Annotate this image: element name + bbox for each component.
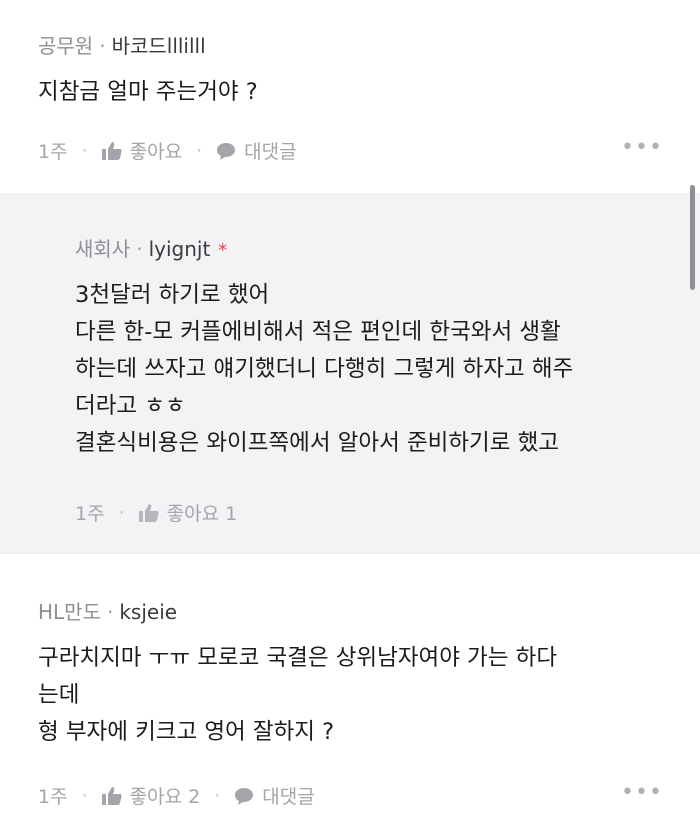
action-separator: · xyxy=(118,501,125,524)
author-badge: * xyxy=(218,240,228,261)
comment-line: 형 부자에 키크고 영어 잘하지 ? xyxy=(38,719,335,745)
like-label: 좋아요 1 xyxy=(166,503,238,525)
comment-time: 1주 xyxy=(75,503,105,525)
comment-body: 3천달러 하기로 했어 다른 한-모 커플에비해서 적은 편인데 한국와서 생활… xyxy=(75,277,573,462)
speech-bubble-icon xyxy=(235,787,254,805)
like-button[interactable]: 좋아요 2 xyxy=(101,782,201,809)
author-company: HL만도 xyxy=(38,600,101,624)
action-separator: · xyxy=(81,784,88,807)
comment-line: 다른 한-모 커플에비해서 적은 편인데 한국와서 생활 xyxy=(75,319,561,345)
comment-1: 공무원 · 바코드lllilll 지참금 얼마 주는거야 ? 1주 · 좋아요 · … xyxy=(0,0,700,193)
action-separator: · xyxy=(214,784,221,807)
comment-author: 새회사 · lyignjt * xyxy=(75,233,227,262)
thumbs-up-icon xyxy=(101,141,122,160)
reply-button[interactable]: 대댓글 xyxy=(234,782,315,809)
comment-actions: 1주 · 좋아요 2 · 대댓글 xyxy=(38,782,315,809)
more-options-button[interactable]: ••• xyxy=(621,780,663,805)
comment-body: 구라치지마 ㅜㅠ 모로코 국결은 상위남자여야 가는 하다 는데 형 부자에 키… xyxy=(38,640,557,751)
comment-line: 지참금 얼마 주는거야 ? xyxy=(38,79,258,105)
comment-line: 3천달러 하기로 했어 xyxy=(75,282,270,308)
reply-comment: 새회사 · lyignjt * 3천달러 하기로 했어 다른 한-모 커플에비해서 적… xyxy=(0,193,700,553)
meta-separator: · xyxy=(106,600,114,624)
comment-author: HL만도 · ksjeie xyxy=(38,596,177,625)
reply-button[interactable]: 대댓글 xyxy=(216,137,297,164)
scrollbar[interactable] xyxy=(690,185,695,290)
comment-line: 구라치지마 ㅜㅠ 모로코 국결은 상위남자여야 가는 하다 xyxy=(38,645,558,671)
action-separator: · xyxy=(196,139,203,162)
thumbs-up-icon xyxy=(138,503,159,522)
comment-time: 1주 xyxy=(38,786,68,808)
more-options-button[interactable]: ••• xyxy=(621,135,663,160)
comment-line: 하는데 쓰자고 얘기했더니 다행히 그렇게 하자고 해주 xyxy=(75,356,574,382)
like-button[interactable]: 좋아요 1 xyxy=(138,499,238,526)
comment-author: 공무원 · 바코드lllilll xyxy=(38,30,206,59)
comment-body: 지참금 얼마 주는거야 ? xyxy=(38,74,258,111)
comment-actions: 1주 · 좋아요 · 대댓글 xyxy=(38,137,297,164)
author-company: 공무원 xyxy=(38,34,94,58)
comment-actions: 1주 · 좋아요 1 xyxy=(75,499,237,526)
author-nickname[interactable]: lyignjt xyxy=(149,237,211,261)
thumbs-up-icon xyxy=(101,786,122,805)
speech-bubble-icon xyxy=(217,142,236,160)
reply-label: 대댓글 xyxy=(262,786,315,808)
author-nickname[interactable]: 바코드lllilll xyxy=(112,34,206,58)
comment-line: 더라고 ㅎㅎ xyxy=(75,393,186,419)
author-company: 새회사 xyxy=(75,237,131,261)
meta-separator: · xyxy=(136,237,143,261)
reply-label: 대댓글 xyxy=(244,141,297,163)
comment-line: 결혼식비용은 와이프쪽에서 알아서 준비하기로 했고 xyxy=(75,430,560,456)
like-label: 좋아요 2 xyxy=(129,786,201,808)
meta-separator: · xyxy=(99,34,106,58)
comment-line: 는데 xyxy=(38,682,80,708)
author-nickname[interactable]: ksjeie xyxy=(119,600,177,624)
like-button[interactable]: 좋아요 xyxy=(101,137,183,164)
comment-time: 1주 xyxy=(38,141,68,163)
comment-3: HL만도 · ksjeie 구라치지마 ㅜㅠ 모로코 국결은 상위남자여야 가는 하… xyxy=(0,553,700,837)
like-label: 좋아요 xyxy=(129,141,183,163)
action-separator: · xyxy=(81,139,88,162)
